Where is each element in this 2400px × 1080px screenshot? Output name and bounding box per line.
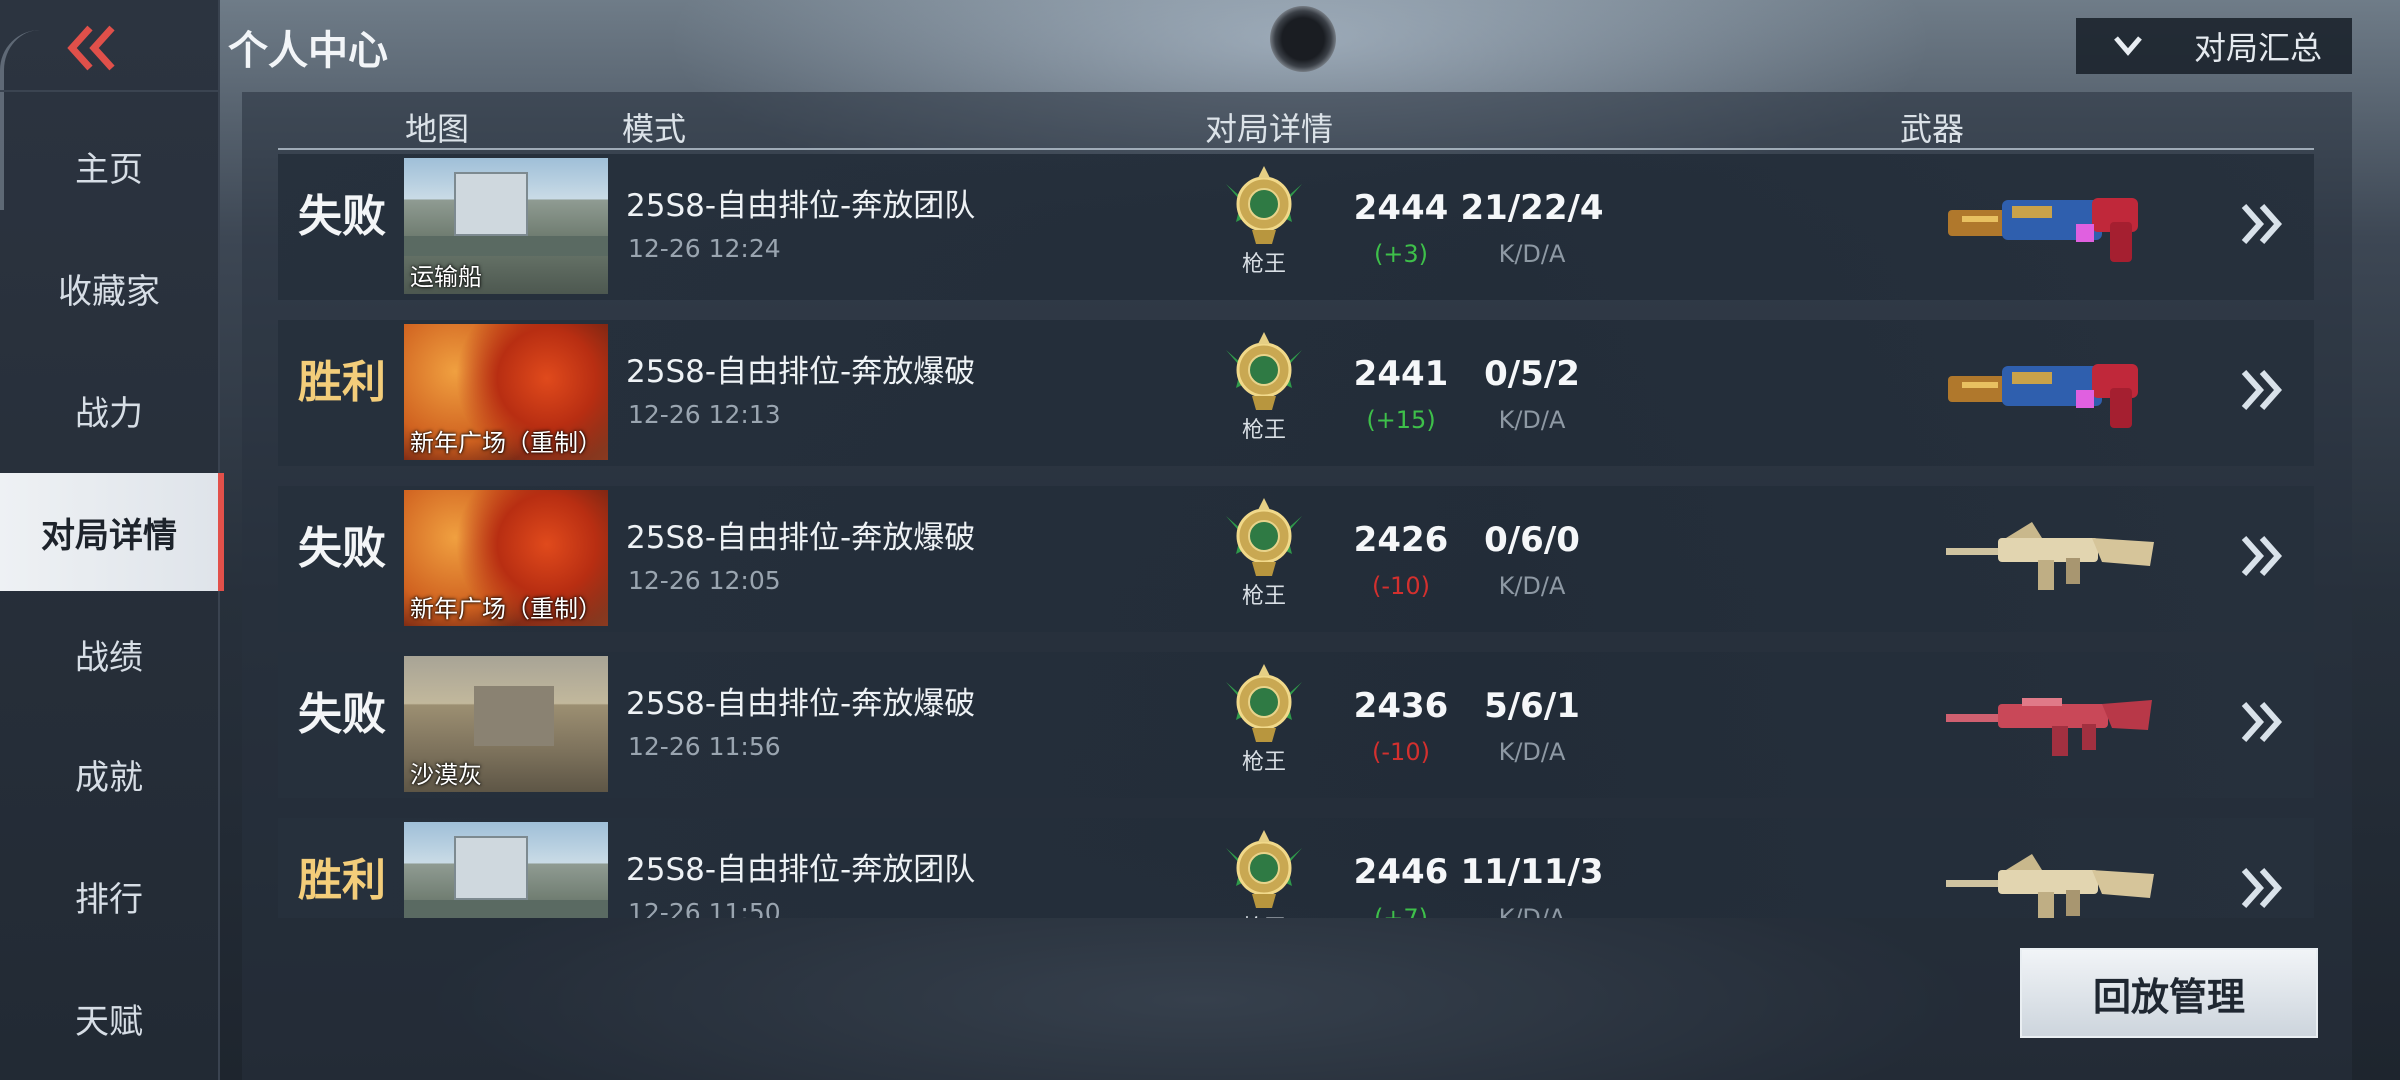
double-chevron-right-icon[interactable] (2230, 856, 2294, 918)
blaster-weapon-icon (1942, 176, 2158, 276)
gold-rifle-icon (1942, 840, 2158, 918)
map-thumbnail (404, 822, 608, 918)
rank-label: 枪王 (1241, 750, 1286, 775)
sidebar-item-7[interactable]: 天赋 (0, 959, 218, 1077)
kda-label: K/D/A (1498, 904, 1566, 918)
column-header-details: 对局详情 (1205, 110, 1334, 148)
match-result: 胜利 (298, 855, 386, 906)
chevron-down-icon (2114, 36, 2142, 56)
blaster-weapon-icon (1942, 342, 2158, 442)
match-row[interactable]: 失败 新年广场（重制） 25S8-自由排位-奔放爆破 12-26 12:05 枪王 242… (278, 486, 2314, 632)
back-button[interactable] (52, 16, 132, 80)
sidebar-item-0[interactable]: 主页 (0, 107, 218, 225)
match-time: 12-26 12:13 (628, 400, 781, 429)
gold-rifle-icon (1942, 508, 2158, 608)
map-name: 新年广场（重制） (410, 595, 602, 623)
kda-value: 11/11/3 (1460, 852, 1604, 892)
double-chevron-right-icon[interactable] (2230, 358, 2294, 422)
match-row[interactable]: 胜利25S8-自由排位-奔放团队12-26 11:50枪王2446(+7)11/… (278, 818, 2314, 918)
match-time: 12-26 11:56 (628, 732, 781, 761)
match-mode: 25S8-自由排位-奔放团队 (626, 188, 976, 224)
replay-management-button[interactable]: 回放管理 (2020, 948, 2318, 1038)
match-mode: 25S8-自由排位-奔放爆破 (626, 520, 976, 556)
sidebar: 主页 收藏家 战力 对局详情 战绩 成就 排行 天赋 (0, 0, 224, 1080)
match-row[interactable]: 失败 运输船 25S8-自由排位-奔放团队 12-26 12:24 枪王 2444 (+3)… (278, 154, 2314, 300)
rank-badge-icon (1222, 496, 1306, 588)
map-name: 运输船 (410, 263, 482, 291)
double-chevron-left-icon (67, 25, 115, 71)
match-result: 失败 (298, 191, 386, 242)
rank-label: 枪王 (1241, 252, 1286, 277)
rank-badge-icon (1222, 828, 1306, 918)
rank-label: 枪王 (1241, 584, 1286, 609)
camera-notch (1270, 6, 1336, 72)
sidebar-item-4[interactable]: 战绩 (0, 595, 218, 713)
map-name: 新年广场（重制） (410, 429, 602, 457)
column-header-mode: 模式 (622, 110, 687, 148)
page-title: 个人中心 (228, 28, 388, 74)
double-chevron-right-icon[interactable] (2230, 192, 2294, 256)
kda-value: 0/6/0 (1484, 520, 1580, 560)
sidebar-item-5[interactable]: 成就 (0, 715, 218, 833)
rank-label: 枪王 (1241, 418, 1286, 443)
match-mode: 25S8-自由排位-奔放爆破 (626, 686, 976, 722)
map-name: 沙漠灰 (410, 761, 482, 789)
match-time: 12-26 11:50 (628, 898, 781, 918)
rank-label: 枪王 (1222, 910, 1306, 918)
kda-value: 0/5/2 (1484, 354, 1580, 394)
kda-label: K/D/A (1498, 738, 1566, 766)
map-thumbnail: 新年广场（重制） (404, 490, 608, 626)
match-summary-dropdown[interactable]: 对局汇总 (2076, 18, 2352, 74)
match-time: 12-26 12:05 (628, 566, 781, 595)
rank-badge-icon (1222, 662, 1306, 754)
match-result: 失败 (298, 689, 386, 740)
sidebar-item-1[interactable]: 收藏家 (0, 229, 218, 347)
rank-badge-icon (1222, 164, 1306, 256)
match-list[interactable]: 失败 运输船 25S8-自由排位-奔放团队 12-26 12:24 枪王 2444 (+3)… (278, 150, 2314, 918)
match-mode: 25S8-自由排位-奔放爆破 (626, 354, 976, 390)
double-chevron-right-icon[interactable] (2230, 690, 2294, 754)
kda-label: K/D/A (1498, 240, 1566, 268)
sidebar-divider (0, 90, 218, 92)
map-thumbnail: 新年广场（重制） (404, 324, 608, 460)
match-time: 12-26 12:24 (628, 234, 781, 263)
kda-value: 21/22/4 (1460, 188, 1604, 228)
sidebar-item-2[interactable]: 战力 (0, 351, 218, 469)
match-result: 胜利 (298, 357, 386, 408)
match-row[interactable]: 胜利 新年广场（重制） 25S8-自由排位-奔放爆破 12-26 12:13 枪王 244… (278, 320, 2314, 466)
match-mode: 25S8-自由排位-奔放团队 (626, 852, 976, 888)
sidebar-item-6[interactable]: 排行 (0, 837, 218, 955)
map-thumbnail: 运输船 (404, 158, 608, 294)
map-thumbnail: 沙漠灰 (404, 656, 608, 792)
kda-label: K/D/A (1498, 572, 1566, 600)
match-row[interactable]: 失败 沙漠灰 25S8-自由排位-奔放爆破 12-26 11:56 枪王 2436 (-10… (278, 652, 2314, 798)
kda-value: 5/6/1 (1484, 686, 1580, 726)
pink-rifle-icon (1942, 674, 2158, 774)
column-header-map: 地图 (405, 110, 470, 148)
kda-label: K/D/A (1498, 406, 1566, 434)
rank-badge-icon (1222, 330, 1306, 422)
double-chevron-right-icon[interactable] (2230, 524, 2294, 588)
match-result: 失败 (298, 523, 386, 574)
column-header-weapon: 武器 (1900, 110, 1965, 148)
sidebar-item-3[interactable]: 对局详情 (0, 473, 224, 591)
match-summary-label: 对局汇总 (2194, 29, 2323, 67)
